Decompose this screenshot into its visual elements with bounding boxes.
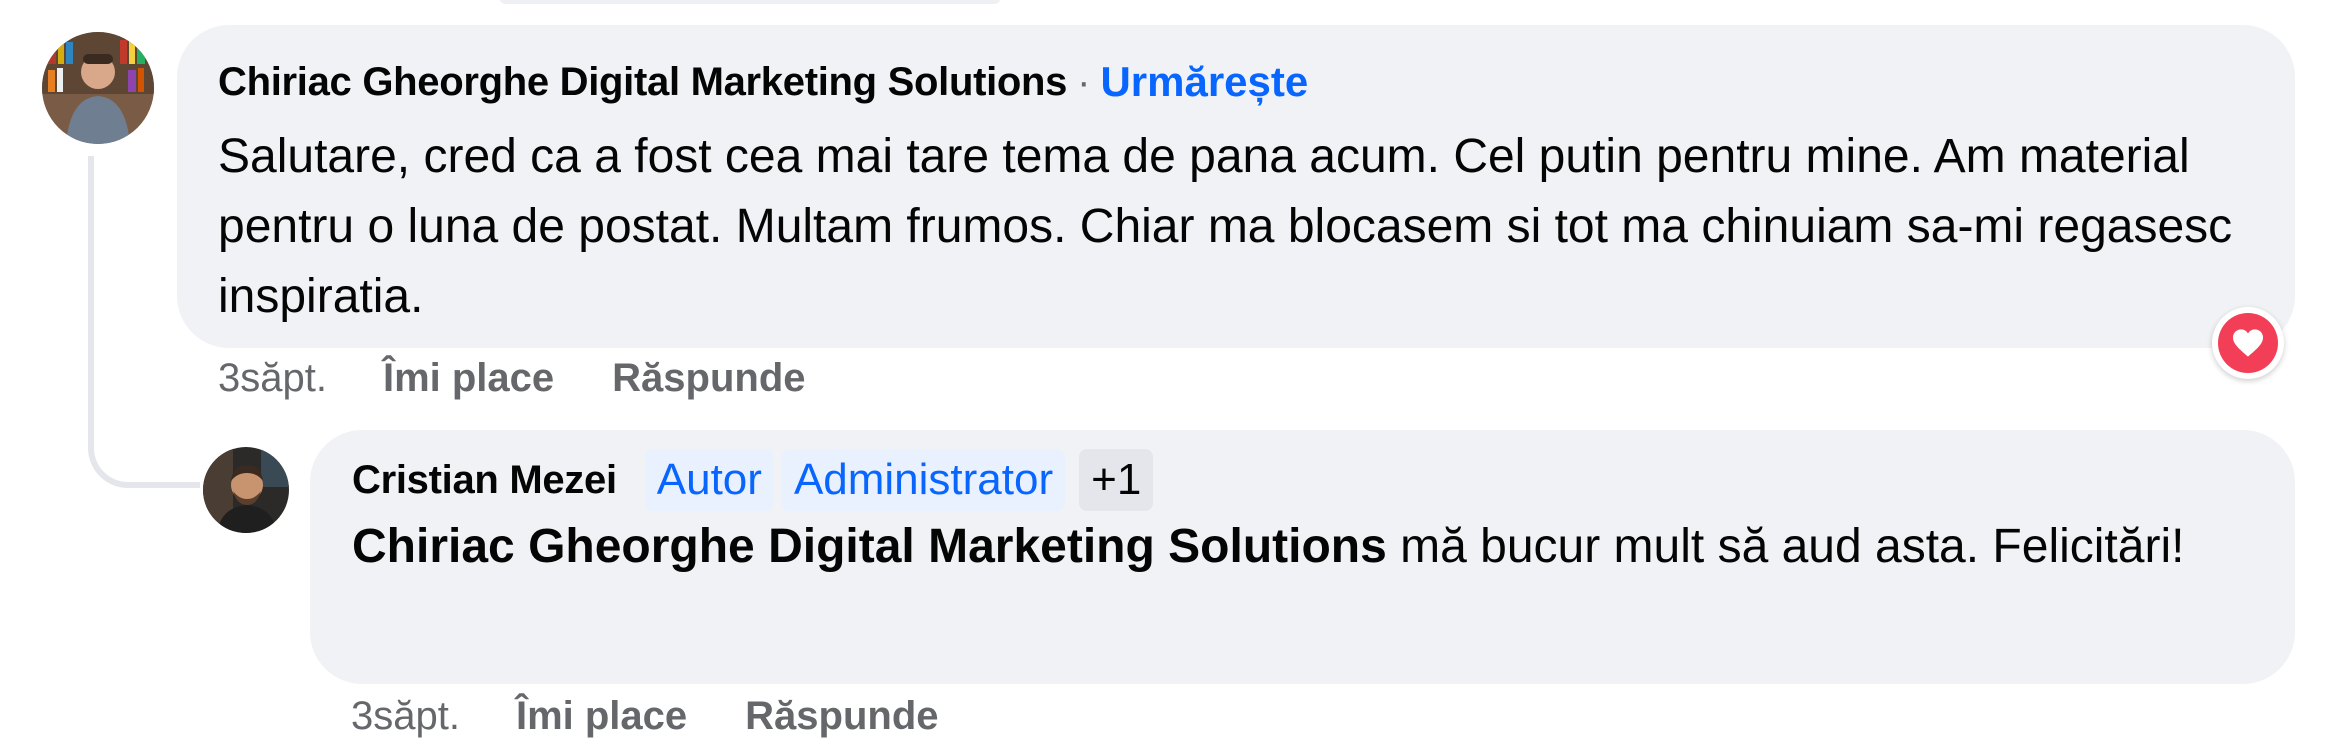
comment-header: Chiriac Gheorghe Digital Marketing Solut… xyxy=(218,56,2295,108)
like-button[interactable]: Îmi place xyxy=(516,694,687,739)
comment-timestamp[interactable]: 3săpt. xyxy=(218,356,327,401)
reply-bubble: Cristian Mezei Autor Administrator +1 Ch… xyxy=(310,430,2295,684)
comment-text: Salutare, cred ca a fost cea mai tare te… xyxy=(218,130,2233,323)
previous-comment-remnant xyxy=(500,0,1000,4)
heart-icon xyxy=(2233,329,2263,357)
avatar[interactable] xyxy=(203,447,289,533)
avatar[interactable] xyxy=(42,32,154,144)
author-name[interactable]: Cristian Mezei xyxy=(352,458,617,503)
author-badge[interactable]: Autor xyxy=(644,449,774,511)
comment-timestamp[interactable]: 3săpt. xyxy=(351,694,460,739)
separator-dot: · xyxy=(1077,59,1091,104)
follow-link[interactable]: Urmărește xyxy=(1100,58,1308,106)
mention-link[interactable]: Chiriac Gheorghe Digital Marketing Solut… xyxy=(352,520,1387,573)
reply-button[interactable]: Răspunde xyxy=(745,694,938,739)
comment-actions: 3săpt. Îmi place Răspunde xyxy=(218,356,806,401)
reply-button[interactable]: Răspunde xyxy=(612,356,805,401)
more-badges[interactable]: +1 xyxy=(1079,449,1154,511)
author-name[interactable]: Chiriac Gheorghe Digital Marketing Solut… xyxy=(218,60,1067,105)
comment-text: Chiriac Gheorghe Digital Marketing Solut… xyxy=(352,512,2272,582)
reply-actions: 3săpt. Îmi place Răspunde xyxy=(351,694,939,739)
comment-bubble: Chiriac Gheorghe Digital Marketing Solut… xyxy=(177,25,2295,348)
reply-text: mă bucur mult să aud asta. Felicitări! xyxy=(1386,520,2185,573)
admin-badge[interactable]: Administrator xyxy=(781,449,1066,511)
like-button[interactable]: Îmi place xyxy=(383,356,554,401)
comment-header: Cristian Mezei Autor Administrator +1 xyxy=(352,449,2295,511)
reaction-badge[interactable] xyxy=(2212,307,2284,379)
